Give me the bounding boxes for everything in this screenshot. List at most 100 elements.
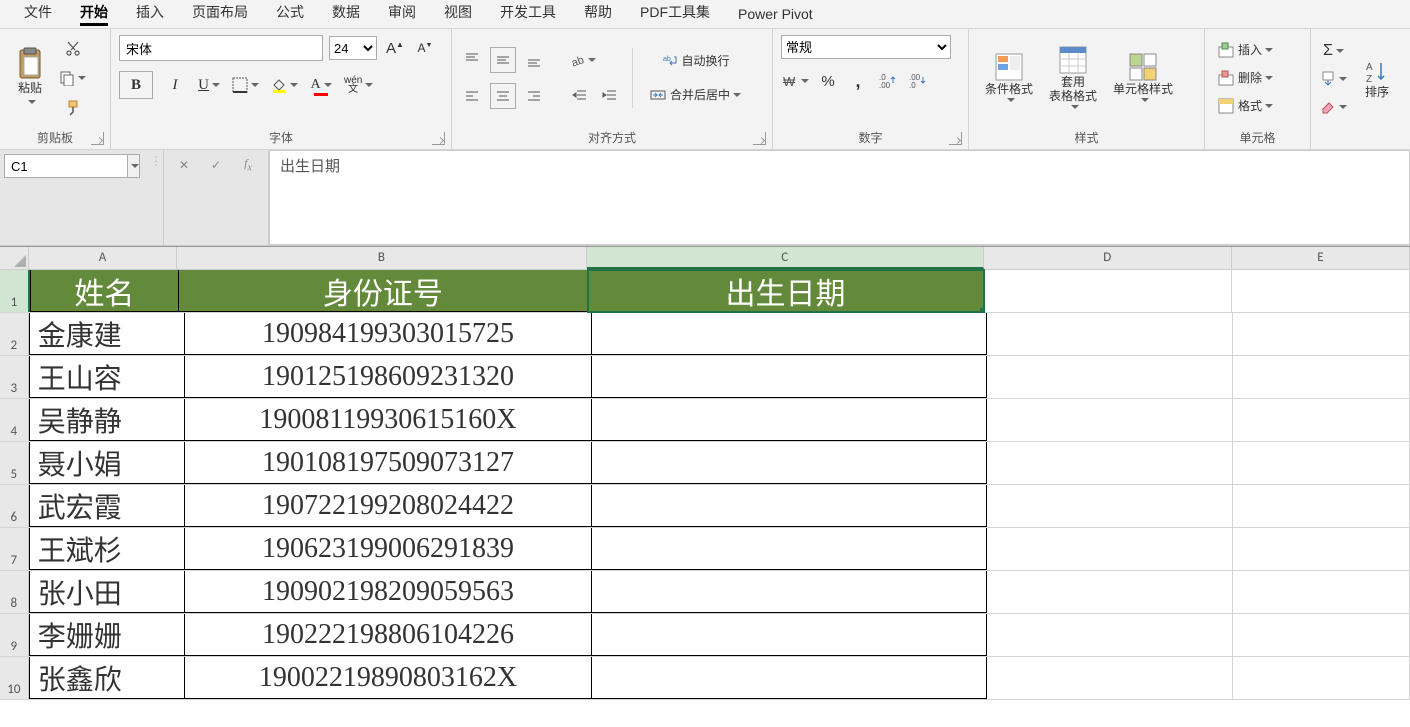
bold-button[interactable]: B (119, 71, 153, 99)
tab-帮助[interactable]: 帮助 (570, 0, 626, 28)
cell-C6[interactable] (592, 485, 987, 527)
cell-D5[interactable] (987, 442, 1233, 484)
align-top-button[interactable] (460, 48, 484, 72)
format-painter-button[interactable] (58, 96, 87, 120)
delete-cells-button[interactable]: 删除 (1213, 66, 1278, 90)
cell-B6[interactable]: 190722199208024422 (185, 485, 592, 527)
cell-B1[interactable]: 身份证号 (179, 270, 588, 312)
row-header-3[interactable]: 3 (0, 356, 29, 398)
increase-font-button[interactable]: A▲ (383, 36, 407, 60)
wrap-text-button[interactable]: ab 自动换行 (643, 49, 748, 73)
paste-button[interactable]: 粘贴 (8, 43, 52, 113)
tab-公式[interactable]: 公式 (262, 0, 318, 28)
enter-formula-button[interactable]: ✓ (204, 154, 228, 176)
cell-B10[interactable]: 19002219890803162X (185, 657, 592, 699)
decrease-decimal-button[interactable]: .00.0 (906, 69, 930, 93)
cell-E10[interactable] (1233, 657, 1410, 699)
clipboard-dialog-launcher[interactable] (91, 132, 104, 145)
cell-C8[interactable] (592, 571, 987, 613)
cell-A5[interactable]: 聂小娟 (29, 442, 185, 484)
cell-D2[interactable] (987, 313, 1233, 355)
cell-A10[interactable]: 张鑫欣 (29, 657, 185, 699)
row-header-1[interactable]: 1 (0, 270, 30, 312)
tab-开始[interactable]: 开始 (66, 0, 122, 28)
tab-插入[interactable]: 插入 (122, 0, 178, 28)
cut-button[interactable] (58, 36, 87, 60)
cell-A6[interactable]: 武宏霞 (29, 485, 185, 527)
conditional-format-button[interactable]: 条件格式 (977, 48, 1041, 108)
row-header-5[interactable]: 5 (0, 442, 29, 484)
cell-A1[interactable]: 姓名 (30, 270, 179, 312)
cell-E2[interactable] (1233, 313, 1410, 355)
cell-D7[interactable] (987, 528, 1233, 570)
tab-开发工具[interactable]: 开发工具 (486, 0, 570, 28)
sort-filter-button[interactable]: AZ 排序 (1356, 55, 1398, 103)
comma-button[interactable]: , (846, 69, 870, 93)
tab-页面布局[interactable]: 页面布局 (178, 0, 262, 28)
cell-D3[interactable] (987, 356, 1233, 398)
cell-E1[interactable] (1232, 270, 1410, 312)
cell-E6[interactable] (1233, 485, 1410, 527)
tab-文件[interactable]: 文件 (10, 0, 66, 28)
cell-E9[interactable] (1233, 614, 1410, 656)
formula-input[interactable]: 出生日期 (269, 150, 1410, 245)
format-as-table-button[interactable]: 套用 表格格式 (1041, 41, 1105, 115)
accounting-format-button[interactable]: ₩ (781, 69, 810, 93)
cell-C4[interactable] (592, 399, 987, 441)
cell-D10[interactable] (987, 657, 1233, 699)
merge-center-button[interactable]: 合并后居中 (643, 83, 748, 107)
cell-A9[interactable]: 李姗姗 (29, 614, 185, 656)
row-header-4[interactable]: 4 (0, 399, 29, 441)
column-header-D[interactable]: D (984, 247, 1232, 269)
cell-A7[interactable]: 王斌杉 (29, 528, 185, 570)
cell-B5[interactable]: 190108197509073127 (185, 442, 592, 484)
align-bottom-button[interactable] (522, 48, 546, 72)
cell-E8[interactable] (1233, 571, 1410, 613)
cell-E3[interactable] (1233, 356, 1410, 398)
phonetic-button[interactable]: wén文 (343, 73, 374, 97)
cell-D9[interactable] (987, 614, 1233, 656)
insert-cells-button[interactable]: 插入 (1213, 38, 1278, 62)
name-box[interactable] (4, 154, 128, 178)
cell-C7[interactable] (592, 528, 987, 570)
clear-button[interactable] (1319, 95, 1348, 119)
cell-B2[interactable]: 190984199303015725 (185, 313, 592, 355)
cell-C3[interactable] (592, 356, 987, 398)
align-center-button[interactable] (490, 83, 516, 109)
cell-B8[interactable]: 190902198209059563 (185, 571, 592, 613)
cell-E5[interactable] (1233, 442, 1410, 484)
cell-B4[interactable]: 19008119930615160X (185, 399, 592, 441)
tab-Power Pivot[interactable]: Power Pivot (724, 0, 827, 28)
column-header-B[interactable]: B (177, 247, 586, 269)
cell-C10[interactable] (592, 657, 987, 699)
column-header-C[interactable]: C (587, 247, 984, 269)
number-dialog-launcher[interactable] (949, 132, 962, 145)
align-dialog-launcher[interactable] (753, 132, 766, 145)
align-middle-button[interactable] (490, 47, 516, 73)
font-dialog-launcher[interactable] (432, 132, 445, 145)
increase-indent-button[interactable] (598, 84, 622, 108)
row-header-9[interactable]: 9 (0, 614, 29, 656)
cell-C1[interactable]: 出生日期 (588, 270, 985, 312)
decrease-indent-button[interactable] (568, 84, 592, 108)
cell-B7[interactable]: 190623199006291839 (185, 528, 592, 570)
cancel-formula-button[interactable]: ✕ (172, 154, 196, 176)
row-header-8[interactable]: 8 (0, 571, 29, 613)
select-all-button[interactable] (0, 247, 29, 269)
fill-color-button[interactable] (270, 73, 299, 97)
align-right-button[interactable] (522, 84, 546, 108)
cell-D1[interactable] (984, 270, 1232, 312)
row-header-7[interactable]: 7 (0, 528, 29, 570)
cell-B9[interactable]: 190222198806104226 (185, 614, 592, 656)
tab-数据[interactable]: 数据 (318, 0, 374, 28)
number-format-select[interactable]: 常规 (781, 35, 951, 59)
cell-A2[interactable]: 金康建 (29, 313, 185, 355)
row-header-2[interactable]: 2 (0, 313, 29, 355)
cell-C9[interactable] (592, 614, 987, 656)
cell-D4[interactable] (987, 399, 1233, 441)
italic-button[interactable]: I (163, 73, 187, 97)
format-cells-button[interactable]: 格式 (1213, 94, 1278, 118)
autosum-button[interactable]: Σ (1319, 39, 1348, 63)
fill-button[interactable] (1319, 67, 1348, 91)
cell-B3[interactable]: 190125198609231320 (185, 356, 592, 398)
